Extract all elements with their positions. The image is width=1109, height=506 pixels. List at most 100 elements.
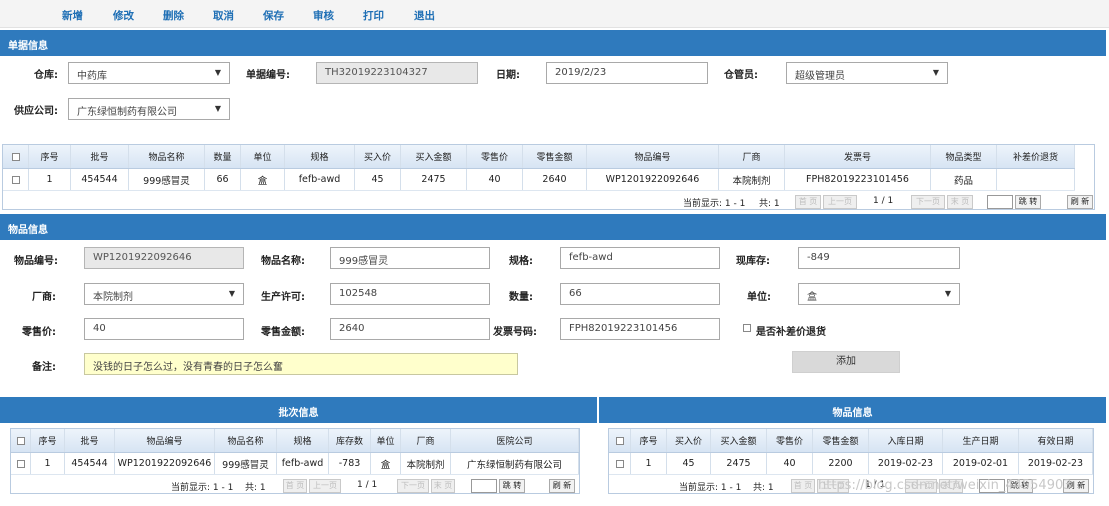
next-page-button[interactable]: 下一页 — [397, 479, 429, 493]
watermark: https://blog.csdn.net/weixin_44554903 — [818, 478, 1072, 493]
retail-amount-field[interactable]: 2640 — [330, 318, 490, 340]
table-row[interactable]: 1 45 2475 40 2200 2019-02-23 2019-02-01 … — [609, 453, 1093, 475]
cell: 1 — [29, 169, 71, 190]
chevron-down-icon: ▼ — [214, 68, 221, 77]
goods-info-header: 物品信息 — [599, 397, 1106, 423]
row-checkbox[interactable] — [609, 453, 631, 474]
docno-label: 单据编号: — [246, 70, 290, 81]
cell: 40 — [467, 169, 523, 190]
jump-button[interactable]: 跳 转 — [499, 479, 525, 493]
refresh-button[interactable]: 刷 新 — [1067, 195, 1093, 209]
last-page-button[interactable]: 末 页 — [431, 479, 455, 493]
col-header: 入库日期 — [869, 429, 943, 452]
spec-field[interactable]: fefb-awd — [560, 247, 720, 269]
supplier-select[interactable]: 广东绿恒制药有限公司 ▼ — [68, 98, 230, 120]
license-field[interactable]: 102548 — [330, 283, 490, 305]
jump-button[interactable]: 跳 转 — [1015, 195, 1041, 209]
diff-return-label: 是否补差价退货 — [756, 327, 826, 338]
cell — [997, 169, 1075, 190]
cell: fefb-awd — [285, 169, 355, 190]
note-field[interactable]: 没钱的日子怎么过，没有青春的日子怎么奮 — [84, 353, 518, 375]
refresh-button[interactable]: 刷 新 — [549, 479, 575, 493]
warehouse-select[interactable]: 中药库 ▼ — [68, 62, 230, 84]
date-field[interactable]: 2019/2/23 — [546, 62, 708, 84]
col-header: 买入价 — [355, 145, 401, 168]
col-header: 规格 — [285, 145, 355, 168]
select-all-checkbox[interactable] — [11, 429, 31, 452]
keeper-select[interactable]: 超级管理员 ▼ — [786, 62, 948, 84]
stock-field[interactable]: -849 — [798, 247, 960, 269]
prev-page-button[interactable]: 上一页 — [309, 479, 341, 493]
chevron-down-icon: ▼ — [932, 68, 939, 77]
first-page-button[interactable]: 首 页 — [283, 479, 307, 493]
diff-return-checkbox[interactable] — [743, 324, 751, 332]
col-header: 数量 — [205, 145, 241, 168]
invoice-field[interactable]: FPH82019223101456 — [560, 318, 720, 340]
cell: 盒 — [241, 169, 285, 190]
first-page-button[interactable]: 首 页 — [795, 195, 821, 209]
docno-field[interactable]: TH32019223104327 — [316, 62, 478, 84]
chevron-down-icon: ▼ — [228, 289, 235, 298]
prev-page-button[interactable]: 上一页 — [823, 195, 857, 209]
pager-pages: 1 / 1 — [873, 196, 894, 206]
audit-button[interactable]: 审核 — [313, 8, 334, 23]
row-checkbox[interactable] — [11, 453, 31, 474]
select-all-checkbox[interactable] — [3, 145, 29, 168]
page-jump-input[interactable] — [987, 195, 1013, 209]
grid-header-row: 序号 批号 物品编号 物品名称 规格 库存数 单位 厂商 医院公司 — [11, 429, 579, 453]
cell: 66 — [205, 169, 241, 190]
cell: 45 — [355, 169, 401, 190]
pager-display: 当前显示: 1 - 1 — [683, 199, 746, 209]
item-name-field[interactable]: 999感冒灵 — [330, 247, 490, 269]
select-all-checkbox[interactable] — [609, 429, 631, 452]
note-label: 备注: — [32, 362, 56, 373]
stock-label: 现库存: — [736, 256, 770, 267]
supplier-label: 供应公司: — [14, 106, 58, 117]
qty-field[interactable]: 66 — [560, 283, 720, 305]
cell: fefb-awd — [277, 453, 329, 474]
batch-info-header: 批次信息 — [0, 397, 597, 423]
row-checkbox[interactable] — [3, 169, 29, 190]
save-button[interactable]: 保存 — [263, 8, 284, 23]
pager-pages: 1 / 1 — [357, 480, 378, 490]
retail-amount-label: 零售金额: — [261, 327, 305, 338]
invoice-label: 发票号码: — [493, 327, 537, 338]
col-header: 买入价 — [667, 429, 711, 452]
cell: 2019-02-23 — [1019, 453, 1093, 474]
cell: 2475 — [711, 453, 767, 474]
print-button[interactable]: 打印 — [363, 8, 384, 23]
cancel-button[interactable]: 取消 — [213, 8, 234, 23]
cell: FPH82019223101456 — [785, 169, 931, 190]
col-header: 物品类型 — [931, 145, 997, 168]
last-page-button[interactable]: 末 页 — [947, 195, 973, 209]
page-jump-input[interactable] — [471, 479, 497, 493]
cell: 2200 — [813, 453, 869, 474]
table-row[interactable]: 1 454544 WP1201922092646 999感冒灵 fefb-awd… — [11, 453, 579, 475]
next-page-button[interactable]: 下一页 — [911, 195, 945, 209]
maker-select[interactable]: 本院制剂 ▼ — [84, 283, 244, 305]
col-header: 单位 — [241, 145, 285, 168]
edit-button[interactable]: 修改 — [113, 8, 134, 23]
item-code-field[interactable]: WP1201922092646 — [84, 247, 244, 269]
col-header: 发票号 — [785, 145, 931, 168]
unit-select[interactable]: 盒 ▼ — [798, 283, 960, 305]
license-label: 生产许可: — [261, 292, 305, 303]
col-header: 医院公司 — [451, 429, 579, 452]
cell: 2019-02-01 — [943, 453, 1019, 474]
add-button[interactable]: 添加 — [792, 351, 900, 373]
maker-label: 厂商: — [32, 292, 56, 303]
table-row[interactable]: 1 454544 999感冒灵 66 盒 fefb-awd 45 2475 40… — [3, 169, 1075, 191]
cell: 999感冒灵 — [129, 169, 205, 190]
delete-button[interactable]: 删除 — [163, 8, 184, 23]
col-header: 零售金额 — [813, 429, 869, 452]
toolbar: 新增 修改 删除 取消 保存 审核 打印 退出 — [0, 0, 1109, 28]
retail-price-field[interactable]: 40 — [84, 318, 244, 340]
detail-grid: 序号 批号 物品名称 数量 单位 规格 买入价 买入金额 零售价 零售金额 物品… — [2, 144, 1095, 210]
grid-header-row: 序号 批号 物品名称 数量 单位 规格 买入价 买入金额 零售价 零售金额 物品… — [3, 145, 1075, 169]
first-page-button[interactable]: 首 页 — [791, 479, 815, 493]
exit-button[interactable]: 退出 — [414, 8, 435, 23]
cell: 454544 — [71, 169, 129, 190]
col-header: 物品编号 — [587, 145, 719, 168]
new-button[interactable]: 新增 — [62, 8, 83, 23]
keeper-label: 仓管员: — [724, 70, 758, 81]
